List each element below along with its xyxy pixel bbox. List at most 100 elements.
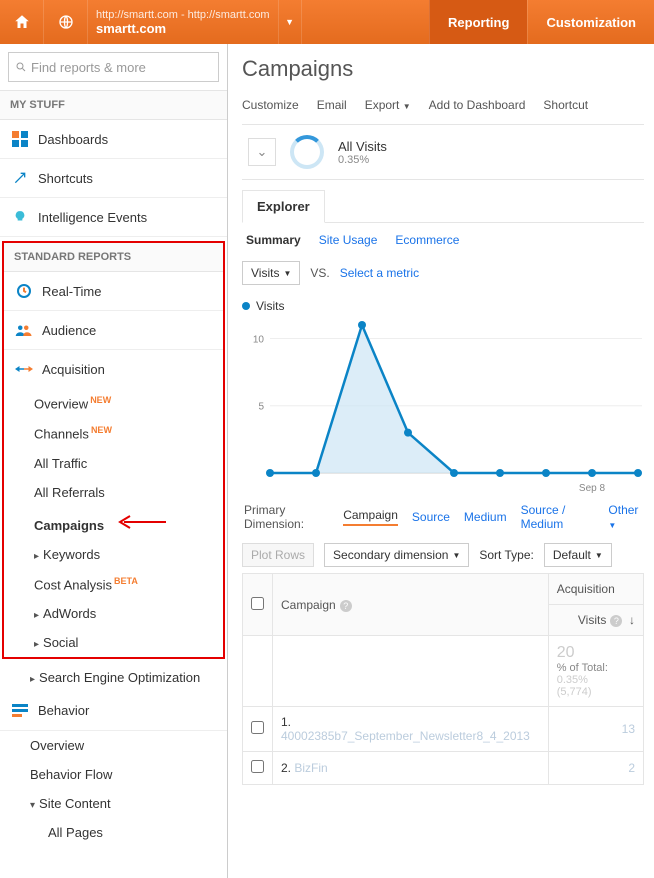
total-row: 20 % of Total: 0.35% (5,774) [243,636,644,707]
cell-visits: 2 [548,752,643,785]
segment-expand[interactable]: ⌄ [248,138,276,166]
segment-label: All Visits [338,139,387,154]
cell-visits: 13 [548,707,643,752]
globe-button[interactable] [44,0,88,44]
beh-overview[interactable]: Overview [0,731,227,760]
acq-seo[interactable]: Search Engine Optimization [0,663,227,692]
chevron-down-icon: ⌄ [257,144,268,160]
sorttype-label: Sort Type: [479,548,533,562]
dim-sourcemedium[interactable]: Source / Medium [521,503,595,531]
acq-keywords[interactable]: Keywords [4,540,223,569]
svg-text:Sep 8: Sep 8 [579,483,606,494]
dashboard-icon [10,130,30,148]
sorttype-select[interactable]: Default ▼ [544,543,612,567]
row-checkbox[interactable] [251,760,264,773]
svg-text:5: 5 [258,402,264,413]
help-icon: ? [610,615,622,627]
dim-campaign[interactable]: Campaign [343,508,398,526]
metric-select-primary[interactable]: Visits ▼ [242,261,300,285]
subtab-summary[interactable]: Summary [246,233,301,247]
home-button[interactable] [0,0,44,44]
section-mystuff: MY STUFF [0,90,227,120]
th-visits[interactable]: Visits? ↓ [548,605,643,636]
caret-down-icon: ▼ [283,269,291,278]
subtab-ecommerce[interactable]: Ecommerce [395,233,459,247]
acq-cost[interactable]: Cost AnalysisBETA [4,569,223,599]
acq-overview[interactable]: OverviewNEW [4,388,223,418]
caret-down-icon: ▼ [595,551,603,560]
segment-donut-icon [290,135,324,169]
th-checkbox [243,574,273,636]
row-checkbox[interactable] [251,721,264,734]
dim-label: Primary Dimension: [244,503,329,531]
nav-shortcuts[interactable]: Shortcuts [0,159,227,198]
caret-down-icon: ▼ [403,102,411,111]
tab-explorer[interactable]: Explorer [242,190,325,223]
svg-text:10: 10 [253,334,265,345]
nav-audience[interactable]: Audience [4,311,223,350]
btn-plot-rows: Plot Rows [242,543,314,567]
th-acquisition: Acquisition [548,574,643,605]
property-name: smartt.com [96,21,270,36]
home-icon [13,13,31,31]
nav-intelligence[interactable]: Intelligence Events [0,198,227,237]
acq-adwords[interactable]: AdWords [4,599,223,628]
acq-channels[interactable]: ChannelsNEW [4,418,223,448]
line-chart[interactable]: 5 10 Sep 8 [242,317,644,497]
cell-campaign[interactable]: 1. 40002385b7_September_Newsletter8_4_20… [273,707,549,752]
segment-info[interactable]: All Visits 0.35% [338,139,387,166]
btn-export[interactable]: Export ▼ [365,98,411,112]
table-row: 1. 40002385b7_September_Newsletter8_4_20… [243,707,644,752]
shortcut-icon [10,169,30,187]
search-input[interactable]: Find reports & more [8,52,219,82]
realtime-icon [14,282,34,300]
acq-allreferrals[interactable]: All Referrals [4,478,223,507]
subtab-siteusage[interactable]: Site Usage [319,233,378,247]
nav-realtime[interactable]: Real-Time [4,272,223,311]
btn-shortcut[interactable]: Shortcut [543,98,588,112]
beh-sitecontent[interactable]: Site Content [0,789,227,818]
dim-medium[interactable]: Medium [464,510,507,524]
property-dropdown[interactable]: ▼ [278,0,302,44]
btn-add-dashboard[interactable]: Add to Dashboard [429,98,526,112]
cell-campaign[interactable]: 2. BizFin [273,752,549,785]
nav-dashboards[interactable]: Dashboards [0,120,227,159]
legend-dot-icon [242,302,250,310]
btn-email[interactable]: Email [317,98,347,112]
globe-icon [58,14,74,30]
section-standard: STANDARD REPORTS [4,243,223,272]
table-row: 2. BizFin 2 [243,752,644,785]
btn-customize[interactable]: Customize [242,98,299,112]
dim-other[interactable]: Other ▼ [608,503,642,531]
caret-down-icon: ▼ [285,17,294,27]
data-table: Campaign? Acquisition Visits? ↓ 20 % of … [242,573,644,785]
select-all[interactable] [251,597,264,610]
secondary-dimension[interactable]: Secondary dimension ▼ [324,543,469,567]
search-placeholder: Find reports & more [31,60,146,75]
th-campaign[interactable]: Campaign? [273,574,549,636]
sort-desc-icon: ↓ [629,613,635,627]
behavior-icon [10,702,30,720]
audience-icon [14,321,34,339]
nav-acquisition[interactable]: Acquisition [4,350,223,388]
dim-source[interactable]: Source [412,510,450,524]
acq-social[interactable]: Social [4,628,223,657]
segment-row: ⌄ All Visits 0.35% [242,124,644,180]
acquisition-icon [14,360,34,378]
page-title: Campaigns [242,56,644,82]
beh-flow[interactable]: Behavior Flow [0,760,227,789]
total-value: 20 [557,644,635,662]
acq-campaigns[interactable]: Campaigns [4,507,223,540]
highlight-box: STANDARD REPORTS Real-Time Audience Acqu… [2,241,225,659]
nav-behavior[interactable]: Behavior [0,692,227,731]
tab-reporting[interactable]: Reporting [429,0,527,44]
caret-down-icon: ▼ [608,521,616,530]
search-icon [15,61,27,73]
tab-customization[interactable]: Customization [527,0,654,44]
property-selector[interactable]: http://smartt.com - http://smartt.com sm… [88,0,278,44]
acq-alltraffic[interactable]: All Traffic [4,449,223,478]
bulb-icon [10,208,30,226]
metric-select-secondary[interactable]: Select a metric [340,266,419,280]
property-url: http://smartt.com - http://smartt.com [96,9,270,21]
beh-allpages[interactable]: All Pages [0,818,227,847]
